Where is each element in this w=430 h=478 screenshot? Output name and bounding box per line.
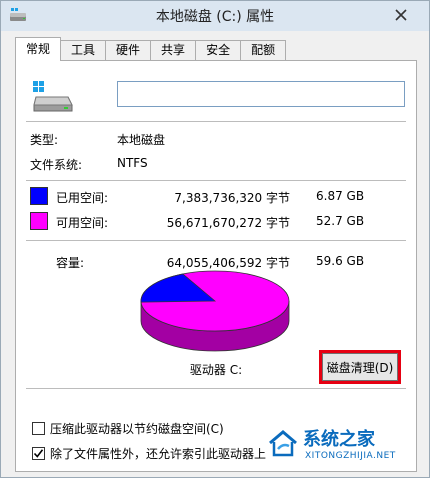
watermark-url: XITONGZHIJIA.NET [305,451,396,461]
window-title: 本地磁盘 (C:) 属性 [155,9,275,25]
close-icon [395,9,407,21]
file-system-value: NTFS [117,156,148,170]
tab-security[interactable]: 安全 [196,40,242,60]
free-space-label: 可用空间: [56,216,109,230]
disk-usage-pie [140,270,290,352]
index-label: 除了文件属性外，还允许索引此驱动器上 [50,447,267,461]
tab-bar: 常规 工具 硬件 共享 安全 配额 [15,37,287,61]
tab-tools[interactable]: 工具 [61,40,107,60]
divider [26,180,406,181]
watermark-brand: 系统之家 [303,429,375,450]
tab-hardware[interactable]: 硬件 [106,40,152,60]
compress-label: 压缩此驱动器以节约磁盘空间(C) [50,422,224,436]
index-checkbox[interactable] [32,447,45,460]
checkmark-icon [33,449,44,458]
free-space-swatch [30,212,48,230]
index-option[interactable]: 除了文件属性外，还允许索引此驱动器上 [32,445,266,462]
tab-quota[interactable]: 配额 [241,40,287,60]
drive-label: 驱动器 C: [189,363,243,377]
compress-option[interactable]: 压缩此驱动器以节约磁盘空间(C) [32,420,224,437]
file-system-label: 文件系统: [30,158,83,172]
used-space-size: 6.87 GB [316,189,365,203]
watermark: 系统之家 XITONGZHIJIA.NET [267,425,417,465]
close-button[interactable] [381,4,421,26]
tab-sharing[interactable]: 共享 [151,40,197,60]
properties-window: 本地磁盘 (C:) 属性 常规 工具 硬件 共享 安全 配额 类型: 本地磁盘 … [0,0,430,478]
disk-cleanup-button[interactable]: 磁盘清理(D) [322,353,398,381]
type-label: 类型: [30,133,59,147]
volume-name-input[interactable] [117,81,405,107]
tab-general[interactable]: 常规 [15,37,62,61]
divider [26,388,406,389]
used-space-label: 已用空间: [56,191,109,205]
capacity-size: 59.6 GB [316,254,365,268]
type-value: 本地磁盘 [117,133,166,147]
capacity-label: 容量: [56,256,85,270]
divider [26,121,406,122]
used-space-swatch [30,187,48,205]
general-panel: 类型: 本地磁盘 文件系统: NTFS 已用空间: 7,383,736,320 … [15,60,417,472]
disk-cleanup-button-highlight: 磁盘清理(D) [319,350,401,384]
hard-drive-icon [33,81,73,112]
house-logo-icon [269,430,297,457]
divider [26,240,406,241]
free-space-bytes: 56,671,670,272 字节 [166,216,290,230]
compress-checkbox[interactable] [32,422,45,435]
used-space-bytes: 7,383,736,320 字节 [174,191,290,205]
free-space-size: 52.7 GB [316,214,365,228]
title-bar: 本地磁盘 (C:) 属性 [1,1,429,31]
